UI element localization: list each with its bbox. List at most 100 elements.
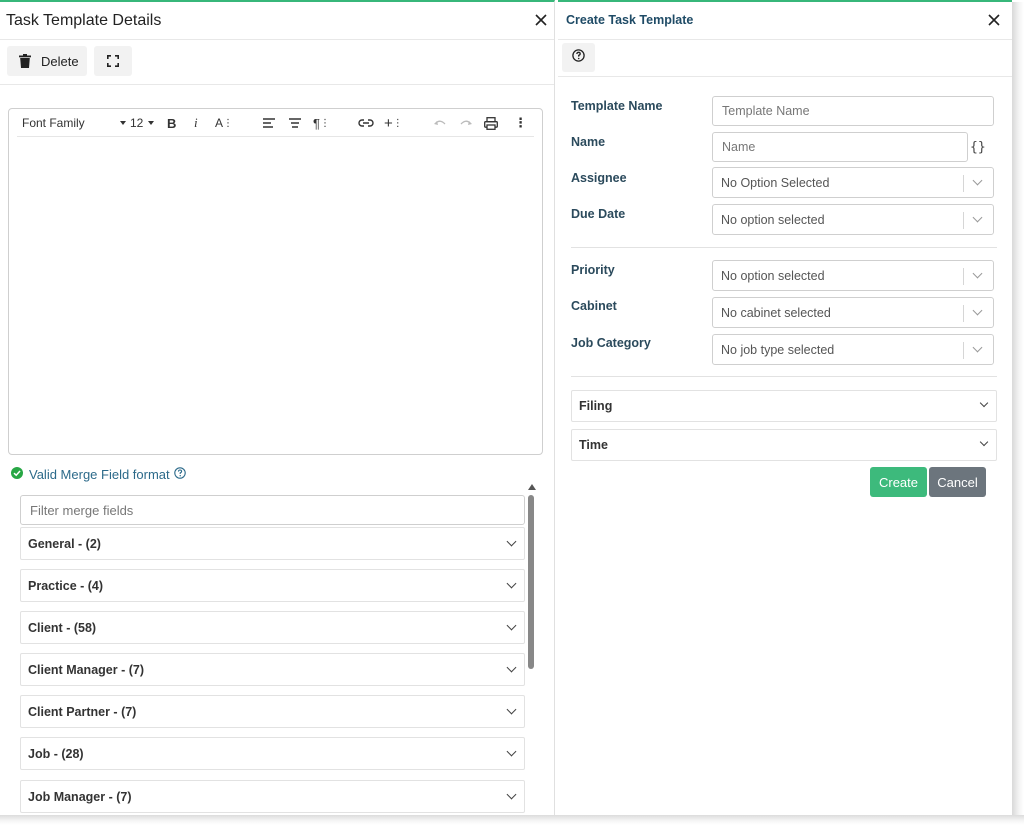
font-family-label: Font Family [22, 116, 85, 130]
cancel-button[interactable]: Cancel [929, 467, 986, 497]
paragraph-format-icon[interactable]: ¶ ⋮ [313, 113, 330, 133]
template-name-input[interactable] [712, 96, 994, 126]
window-shadow [0, 815, 1024, 825]
text-style-icon[interactable]: A ⋮ [215, 113, 233, 133]
merge-field-list: General - (2) Practice - (4) Client - (5… [20, 495, 526, 813]
link-icon[interactable] [358, 113, 374, 133]
chevron-down-icon [979, 437, 989, 447]
due-date-select[interactable]: No option selected [712, 204, 994, 235]
section-divider [571, 247, 997, 248]
help-circle-icon[interactable] [173, 467, 186, 482]
chevron-down-icon [506, 578, 517, 589]
chevron-down-icon [972, 175, 983, 186]
merge-group-general[interactable]: General - (2) [20, 527, 525, 560]
question-circle-icon [572, 48, 585, 67]
time-section[interactable]: Time [571, 429, 997, 461]
cabinet-value: No cabinet selected [721, 305, 831, 320]
section-divider [571, 376, 997, 377]
chevron-down-icon [506, 662, 517, 673]
chevron-down-icon [506, 746, 517, 757]
merge-group-client-partner[interactable]: Client Partner - (7) [20, 695, 525, 728]
font-family-select[interactable]: Font Family [22, 113, 85, 133]
merge-group-client-manager[interactable]: Client Manager - (7) [20, 653, 525, 686]
name-input[interactable] [712, 132, 968, 162]
chevron-down-icon [979, 398, 989, 408]
merge-group-label: Client Manager - (7) [28, 662, 144, 677]
trash-icon [19, 54, 31, 68]
check-circle-icon [11, 467, 23, 482]
priority-value: No option selected [721, 268, 825, 283]
select-divider [963, 305, 964, 322]
left-panel-title: Task Template Details [6, 12, 162, 29]
right-panel-title: Create Task Template [566, 13, 694, 27]
assignee-select[interactable]: No Option Selected [712, 167, 994, 198]
select-divider [963, 212, 964, 229]
assignee-label: Assignee [571, 171, 627, 185]
left-panel-toolbar: Delete [0, 40, 554, 85]
chevron-down-icon [506, 536, 517, 547]
create-button[interactable]: Create [870, 467, 927, 497]
merge-group-label: Job Manager - (7) [28, 789, 132, 804]
close-left-panel-icon[interactable] [531, 10, 551, 30]
priority-label: Priority [571, 263, 615, 277]
font-size-label: 12 [130, 116, 144, 130]
scrollbar-thumb[interactable] [528, 495, 534, 669]
merge-group-job-manager[interactable]: Job Manager - (7) [20, 780, 525, 813]
select-divider [963, 268, 964, 285]
merge-group-label: Client Partner - (7) [28, 704, 137, 719]
name-label: Name [571, 135, 606, 149]
chevron-down-icon [972, 212, 983, 223]
align-center-icon[interactable] [288, 113, 302, 133]
chevron-down-icon [972, 342, 983, 353]
italic-icon[interactable]: i [194, 113, 198, 133]
bold-icon[interactable]: B [167, 113, 176, 133]
close-right-panel-icon[interactable] [984, 10, 1004, 30]
merge-field-braces-icon[interactable]: {} [970, 140, 986, 155]
chevron-down-icon [506, 704, 517, 715]
align-left-icon[interactable] [262, 113, 276, 133]
rich-text-editor[interactable]: Font Family 12 B i A ⋮ ¶ ⋮ + ⋮ ⋮ [8, 108, 543, 455]
merge-status-text: Valid Merge Field format [29, 467, 170, 482]
select-divider [963, 342, 964, 359]
print-icon[interactable] [484, 113, 498, 133]
more-options-icon[interactable]: ⋮ [514, 113, 527, 133]
due-date-value: No option selected [721, 212, 825, 227]
delete-button[interactable]: Delete [7, 46, 87, 76]
undo-icon[interactable] [433, 113, 447, 133]
merge-group-label: Job - (28) [28, 746, 84, 761]
font-family-dropdown-icon[interactable] [116, 113, 126, 133]
template-name-label: Template Name [571, 99, 663, 113]
merge-group-label: General - (2) [28, 536, 101, 551]
fullscreen-button[interactable] [94, 46, 132, 76]
job-category-select[interactable]: No job type selected [712, 334, 994, 365]
task-template-details-panel: Task Template Details Delete Font Family… [0, 0, 555, 815]
filter-merge-fields-input[interactable] [20, 495, 525, 525]
delete-button-label: Delete [41, 53, 79, 69]
merge-list-scrollbar[interactable] [527, 484, 536, 815]
chevron-down-icon [506, 789, 517, 800]
select-divider [963, 175, 964, 192]
merge-field-status: Valid Merge Field format [11, 467, 186, 482]
right-panel-header: Create Task Template [558, 2, 1012, 40]
time-section-label: Time [579, 438, 608, 452]
due-date-label: Due Date [571, 207, 626, 221]
insert-icon[interactable]: + ⋮ [384, 113, 403, 133]
help-button[interactable] [562, 43, 595, 72]
right-panel-toolbar [558, 40, 1012, 77]
scroll-up-arrow-icon[interactable] [528, 484, 536, 490]
merge-group-practice[interactable]: Practice - (4) [20, 569, 525, 602]
chevron-down-icon [972, 268, 983, 279]
merge-group-label: Practice - (4) [28, 578, 104, 593]
chevron-down-icon [972, 305, 983, 316]
font-size-select[interactable]: 12 [130, 113, 155, 133]
assignee-value: No Option Selected [721, 175, 830, 190]
cabinet-select[interactable]: No cabinet selected [712, 297, 994, 328]
priority-select[interactable]: No option selected [712, 260, 994, 291]
merge-group-client[interactable]: Client - (58) [20, 611, 525, 644]
filing-section[interactable]: Filing [571, 390, 997, 422]
expand-icon [107, 55, 119, 67]
merge-group-job[interactable]: Job - (28) [20, 737, 525, 770]
job-category-value: No job type selected [721, 342, 835, 357]
screen: Task Template Details Delete Font Family… [0, 0, 1024, 825]
redo-icon[interactable] [459, 113, 473, 133]
